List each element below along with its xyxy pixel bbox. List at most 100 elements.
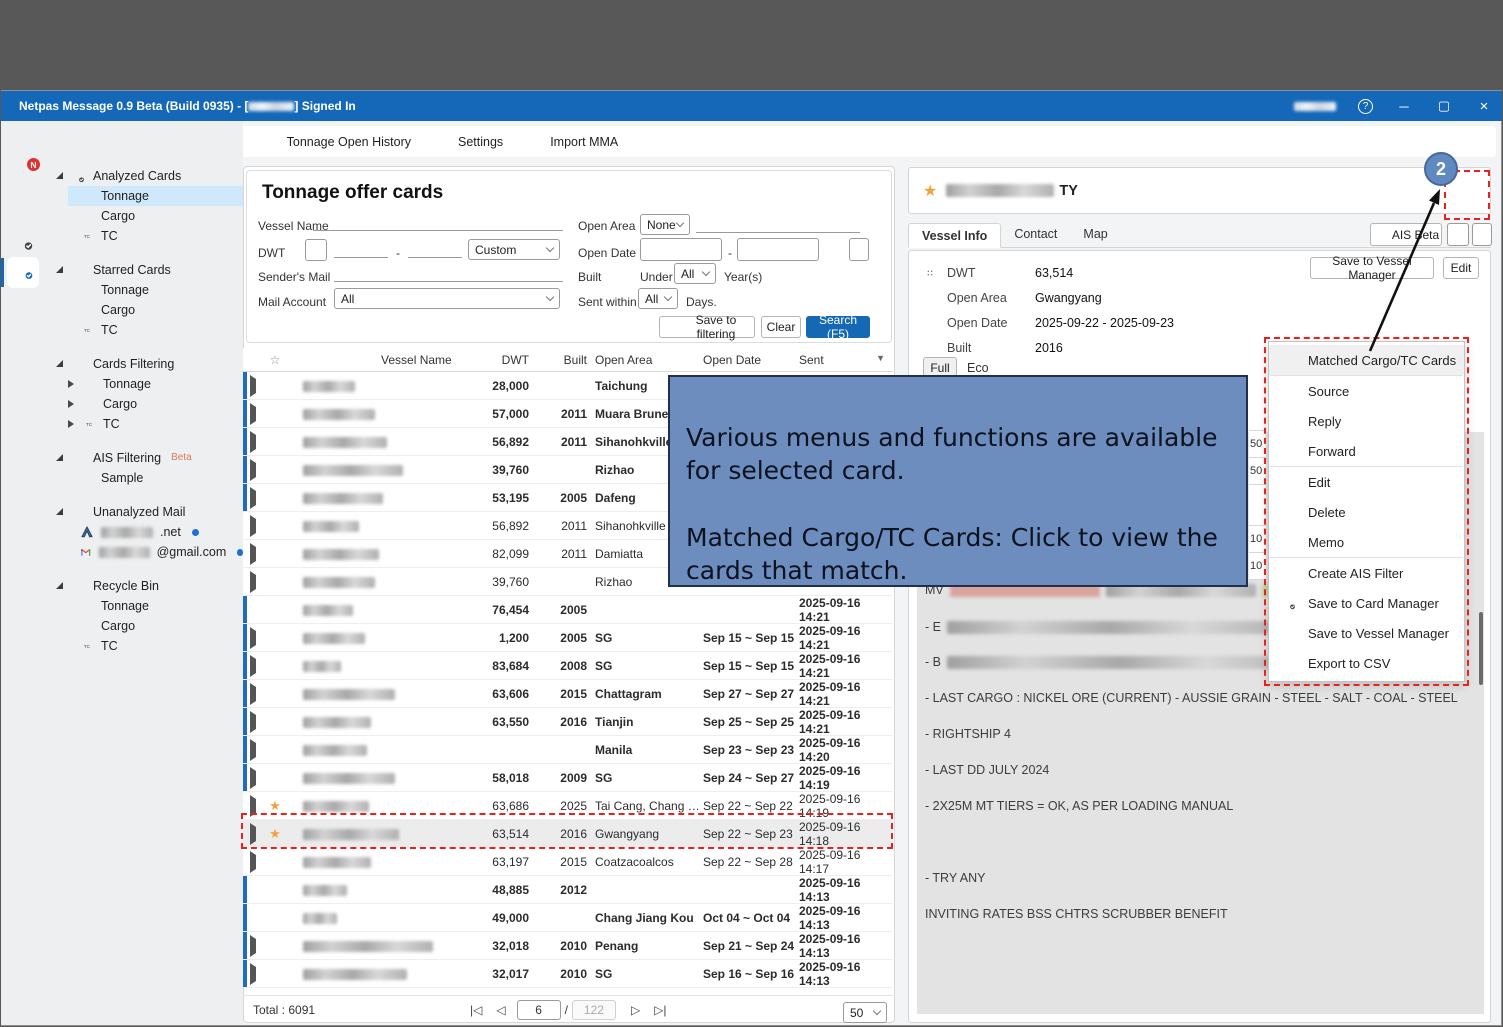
expand-arrow-icon[interactable] [250, 655, 256, 677]
open-date-from-input[interactable] [640, 238, 722, 261]
search-button[interactable]: Search (F5) [806, 316, 870, 338]
tree-group-ais-filtering[interactable]: AIS FilteringBeta [46, 447, 243, 468]
dwt-max-input[interactable] [408, 238, 462, 258]
expand-arrow-icon[interactable] [250, 935, 256, 957]
tree-item-mail-account[interactable]: .net [68, 522, 243, 542]
menu-item-create-ais-filter[interactable]: Create AIS Filter [1269, 558, 1464, 588]
tree-item-tc[interactable]: TCTC [68, 414, 243, 434]
table-row[interactable]: 63,5502016TianjinSep 25 ~ Sep 252025-09-… [243, 708, 893, 736]
card-database-rail-icon[interactable] [14, 261, 33, 284]
collapsed-arrow-icon[interactable] [68, 380, 74, 388]
clear-button[interactable]: Clear [761, 316, 801, 338]
table-row[interactable]: 1,2002005SGSep 15 ~ Sep 152025-09-16 14:… [243, 624, 893, 652]
hamburger-menu-button[interactable] [1452, 178, 1482, 204]
table-row[interactable]: ★63,5142016GwangyangSep 22 ~ Sep 232025-… [243, 820, 893, 848]
expand-arrow-icon[interactable] [250, 515, 256, 537]
vessel-name-header[interactable]: Vessel Name [287, 353, 477, 367]
tree-item-mail-account[interactable]: @gmail.com [68, 542, 243, 562]
expander-icon[interactable] [56, 582, 63, 589]
menu-item-save-to-card-manager[interactable]: Save to Card Manager [1269, 588, 1464, 618]
expand-arrow-icon[interactable] [250, 795, 256, 817]
maximize-icon[interactable]: ▢ [1435, 98, 1453, 114]
tree-item-tc[interactable]: TCTC [68, 226, 243, 246]
expand-arrow-icon[interactable] [250, 711, 256, 733]
sent-header[interactable]: Sent▼ [799, 353, 893, 367]
built-select[interactable]: All [674, 263, 716, 284]
tree-group-recycle-bin[interactable]: Recycle Bin [46, 575, 243, 596]
senders-mail-input[interactable] [334, 262, 563, 282]
expand-arrow-icon[interactable] [250, 767, 256, 789]
vessel-name-input[interactable] [313, 211, 563, 231]
page-input[interactable]: 6 [517, 1000, 561, 1020]
dwt-min-input[interactable] [334, 238, 388, 258]
menu-item-matched-cargo-tc-cards[interactable]: Matched Cargo/TC Cards [1269, 345, 1464, 375]
toolbar-item-import-mma[interactable]: Import MMA [527, 134, 618, 150]
collapsed-arrow-icon[interactable] [68, 420, 74, 428]
table-row[interactable]: 49,000Chang Jiang KouOct 04 ~ Oct 042025… [243, 904, 893, 932]
table-row[interactable]: ManilaSep 23 ~ Sep 232025-09-16 14:20 [243, 736, 893, 764]
expand-arrow-icon[interactable] [250, 543, 256, 565]
mail-account-select[interactable]: All [334, 288, 560, 309]
help-icon[interactable]: ? [1358, 99, 1373, 114]
open-area-input[interactable] [696, 213, 860, 233]
expander-icon[interactable] [56, 508, 63, 515]
tree-item-cargo[interactable]: Cargo [68, 394, 243, 414]
download-rail-icon[interactable] [13, 952, 33, 970]
tree-item-tc[interactable]: TCTC [68, 636, 243, 656]
expand-arrow-icon[interactable] [250, 487, 256, 509]
tab-map[interactable]: Map [1070, 222, 1120, 247]
expander-icon[interactable] [56, 172, 63, 179]
dwt-settings-button[interactable] [305, 239, 327, 261]
built-header[interactable]: Built [549, 353, 595, 367]
ais-beta-button[interactable]: AIS Beta [1370, 223, 1442, 246]
table-row[interactable]: 58,0182009SGSep 24 ~ Sep 272025-09-16 14… [243, 764, 893, 792]
table-row[interactable]: ★63,6862025Tai Cang, Chang Jia...Sep 22 … [243, 792, 893, 820]
prev-page-button[interactable]: ◁ [489, 1003, 512, 1017]
tree-item-tonnage[interactable]: Tonnage [68, 596, 243, 616]
open-date-to-input[interactable] [737, 238, 819, 261]
settings-rail-icon[interactable] [13, 979, 33, 999]
vessel-manager-rail-icon[interactable] [12, 292, 34, 316]
tree-group-starred-cards[interactable]: Starred Cards [46, 259, 243, 280]
toolbar-item-settings[interactable]: Settings [435, 134, 503, 150]
dwt-header[interactable]: DWT [477, 353, 549, 367]
close-icon[interactable]: × [1475, 98, 1493, 115]
expand-arrow-icon[interactable] [250, 851, 256, 873]
table-row[interactable]: 76,45420052025-09-16 14:21 [243, 596, 893, 624]
dwt-preset-select[interactable]: Custom [468, 239, 560, 260]
table-row[interactable]: 83,6842008SGSep 15 ~ Sep 152025-09-16 14… [243, 652, 893, 680]
tree-item-tonnage[interactable]: Tonnage [68, 280, 243, 300]
table-row[interactable]: 32,0172010SGSep 16 ~ Sep 162025-09-16 14… [243, 960, 893, 988]
toggle-eco-button[interactable]: Eco [967, 361, 989, 375]
star-icon[interactable]: ★ [923, 181, 937, 201]
menu-item-forward[interactable]: Forward [1269, 436, 1464, 466]
star-cell[interactable]: ★ [263, 798, 287, 814]
expand-arrow-icon[interactable] [250, 571, 256, 593]
tree-group-unanalyzed-mail[interactable]: Unanalyzed Mail [46, 501, 243, 522]
menu-item-edit[interactable]: Edit [1269, 467, 1464, 497]
expand-arrow-icon[interactable] [250, 431, 256, 453]
expand-arrow-icon[interactable] [250, 375, 256, 397]
table-row[interactable]: 48,88520122025-09-16 14:13 [243, 876, 893, 904]
tree-item-tonnage[interactable]: Tonnage [68, 374, 243, 394]
open-area-select[interactable]: None [640, 214, 690, 235]
column-filter-icon[interactable]: ▼ [876, 353, 885, 367]
table-row[interactable]: 32,0182010PenangSep 21 ~ Sep 242025-09-1… [243, 932, 893, 960]
history-button[interactable] [1447, 223, 1469, 246]
last-page-button[interactable]: ▷| [647, 1003, 673, 1017]
account-button[interactable] [1274, 99, 1336, 113]
tree-item-tonnage[interactable]: Tonnage [68, 186, 243, 206]
tab-vessel-info[interactable]: Vessel Info [908, 223, 1001, 248]
tree-item-cargo[interactable]: Cargo [68, 206, 243, 226]
menu-item-save-to-vessel-manager[interactable]: Save to Vessel Manager [1269, 618, 1464, 648]
menu-item-delete[interactable]: Delete [1269, 497, 1464, 527]
tree-group-cards-filtering[interactable]: Cards Filtering [46, 353, 243, 374]
tree-item-sample[interactable]: Sample [68, 468, 243, 488]
expand-arrow-icon[interactable] [250, 683, 256, 705]
open-area-header[interactable]: Open Area [595, 353, 703, 367]
star-column-icon[interactable]: ☆ [263, 353, 287, 367]
expand-arrow-icon[interactable] [250, 627, 256, 649]
table-row[interactable]: 63,1972015CoatzacoalcosSep 22 ~ Sep 2820… [243, 848, 893, 876]
expand-arrow-icon[interactable] [250, 739, 256, 761]
expand-arrow-icon[interactable] [250, 823, 256, 845]
